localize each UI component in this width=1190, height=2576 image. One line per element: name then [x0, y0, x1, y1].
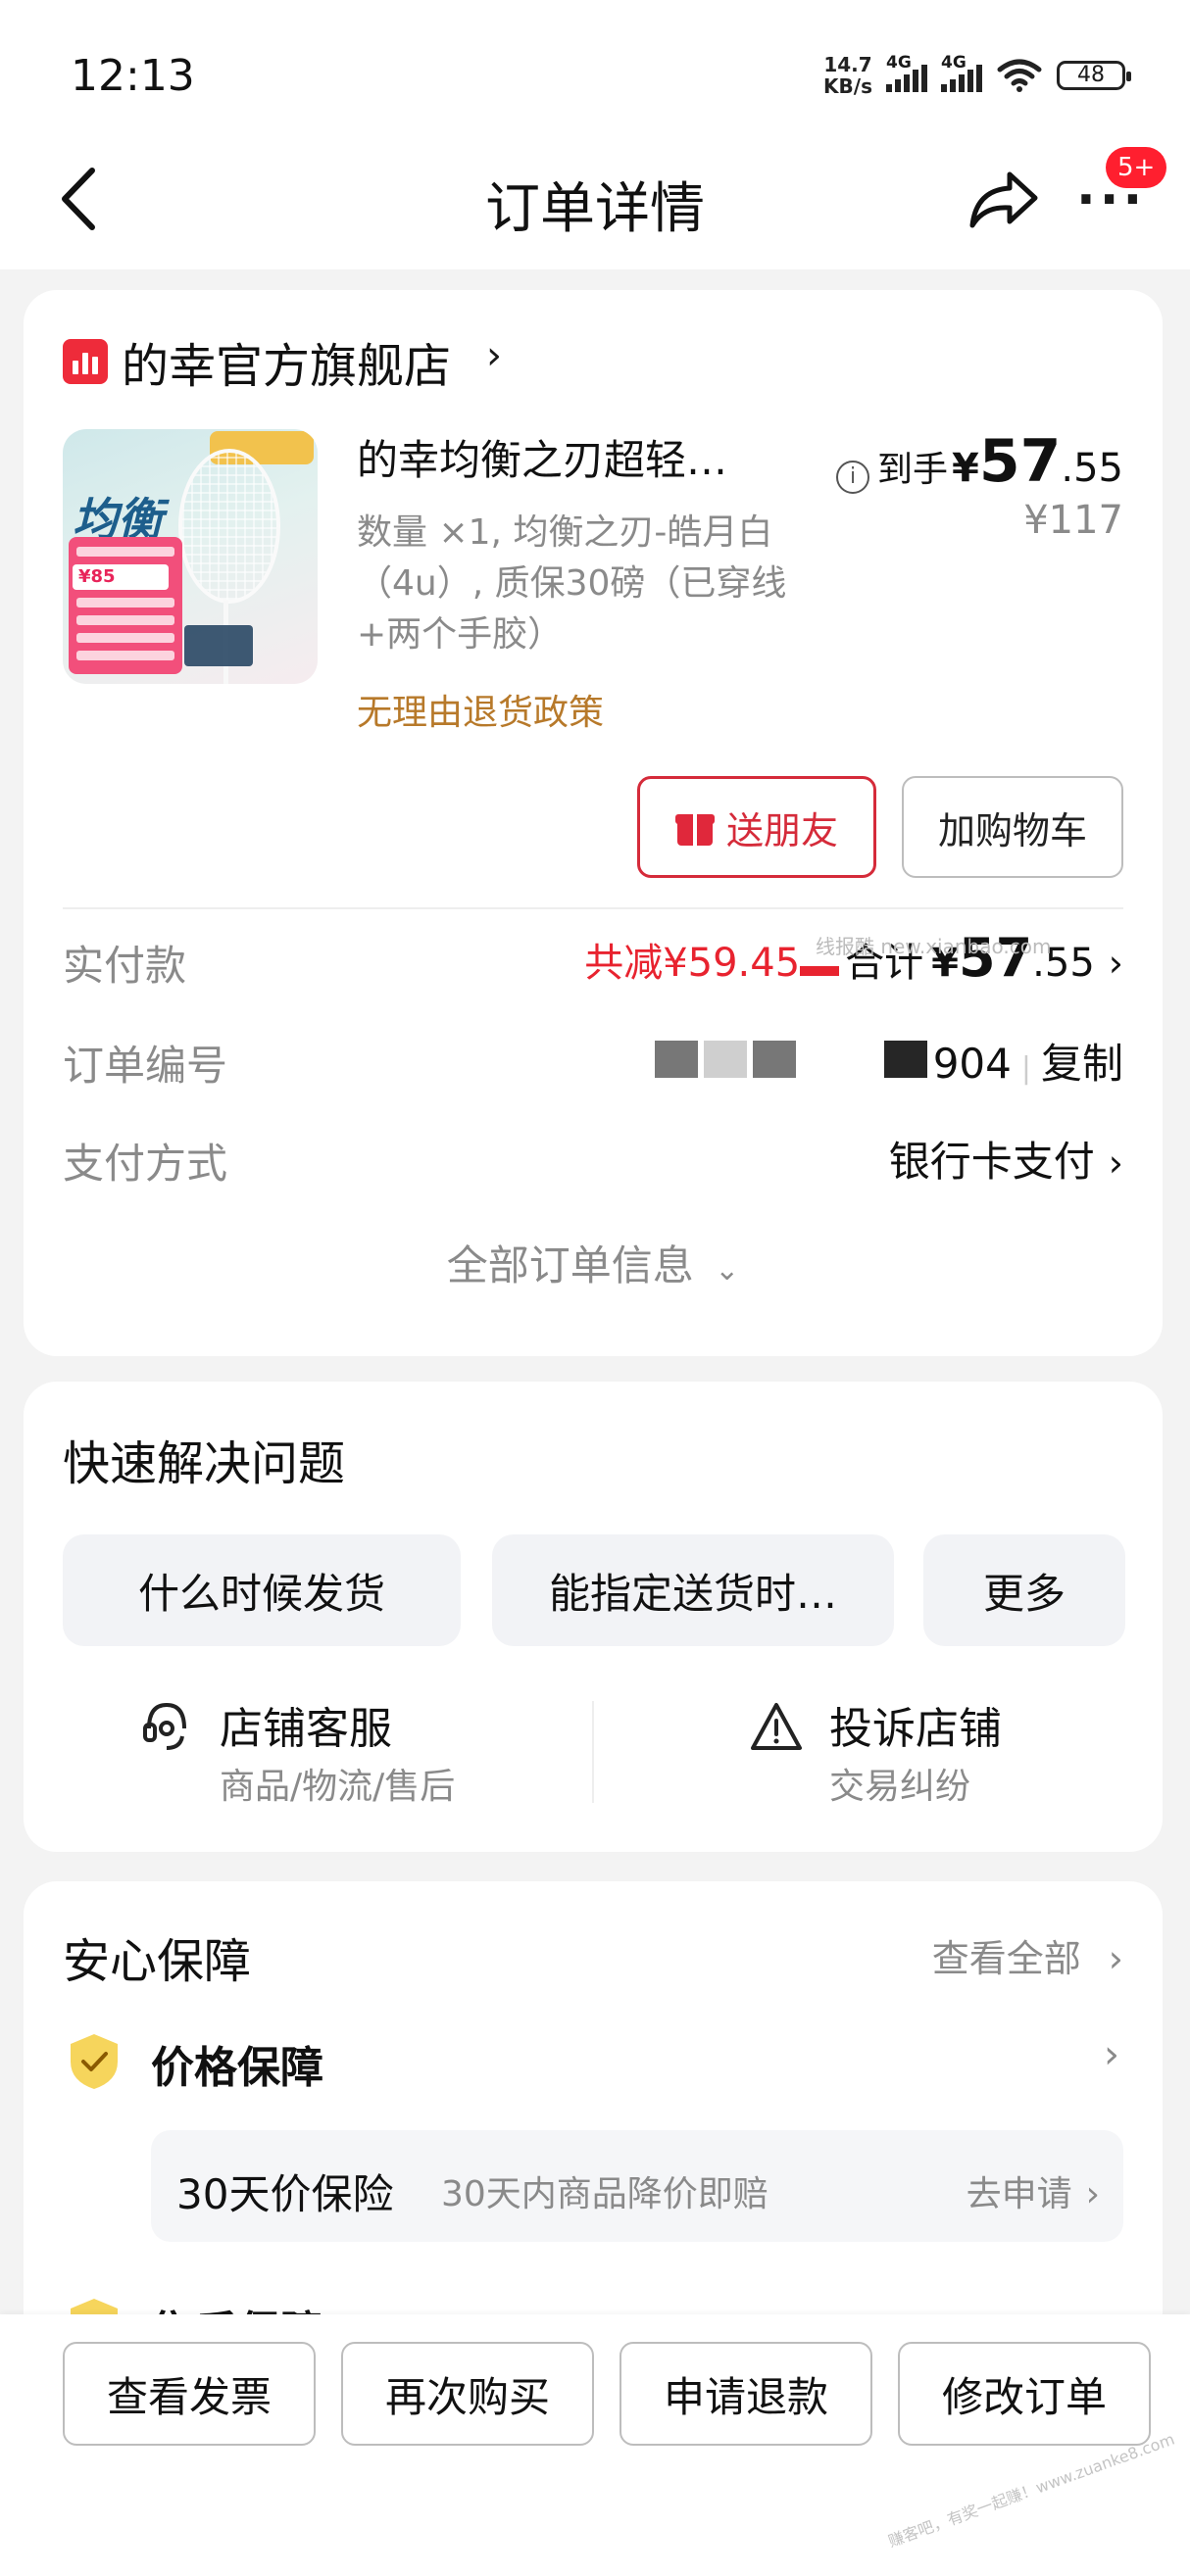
racket-head — [178, 449, 280, 604]
gift-to-friend-button[interactable]: 送朋友 — [637, 776, 876, 878]
complain-store-sub: 交易纠纷 — [829, 1767, 971, 1807]
shield-check-icon — [71, 2034, 118, 2089]
chevron-right-icon[interactable]: › — [1104, 2032, 1119, 2077]
status-time: 12:13 — [71, 51, 195, 101]
product-spec: 数量 ×1, 均衡之刃-皓月白（4u）, 质保30磅（已穿线+两个手胶） — [357, 512, 787, 655]
all-order-info-toggle[interactable]: 全部订单信息 ⌄ — [24, 1233, 1163, 1292]
store-icon — [63, 339, 108, 384]
product-title[interactable]: 的幸均衡之刃超轻… — [357, 427, 727, 487]
info-icon[interactable]: i — [836, 461, 870, 494]
order-number: 904 | 复制 — [654, 1031, 1123, 1091]
watermark: 线报酷 new.xianbao.com — [816, 935, 1052, 958]
copy-button[interactable]: 复制 — [1041, 1031, 1123, 1091]
gift-icon — [674, 808, 715, 846]
chip-more[interactable]: 更多 — [923, 1534, 1125, 1646]
guarantee-title: 安心保障 — [63, 1934, 252, 1989]
promo-banner — [184, 625, 253, 666]
discount-text: 共减¥59.45 — [584, 941, 801, 986]
request-refund-button[interactable]: 申请退款 — [620, 2342, 872, 2446]
chip-shipping-time[interactable]: 什么时候发货 — [63, 1534, 461, 1646]
wifi-icon — [997, 59, 1042, 92]
redacted-block — [883, 1041, 927, 1078]
return-policy[interactable]: 无理由退货政策 — [357, 684, 604, 735]
status-icons: 14.7 KB/s 4G 4G 48 — [823, 53, 1131, 98]
price-protect-desc: 30天内商品降价即赔 — [441, 2174, 769, 2214]
quick-solve-title: 快速解决问题 — [63, 1436, 346, 1491]
status-bar: 12:13 14.7 KB/s 4G 4G 48 — [0, 0, 1190, 147]
add-to-cart-button[interactable]: 加购物车 — [902, 776, 1123, 878]
nav-bar: 订单详情 ··· 5+ — [0, 147, 1190, 269]
original-price: ¥117 — [1023, 498, 1123, 543]
payment-label: 支付方式 — [63, 1140, 228, 1188]
signal-icon-2: 4G — [941, 53, 982, 92]
see-all-link[interactable]: 查看全部 › — [932, 1928, 1123, 1982]
chevron-right-icon: › — [1085, 2174, 1100, 2214]
price-protect-title: 30天价保险 — [176, 2170, 394, 2218]
product-thumbnail[interactable]: 均衡 ¥85 — [63, 429, 318, 684]
divider — [63, 907, 1123, 909]
warning-icon — [751, 1703, 802, 1750]
order-number-tail: 904 — [932, 1040, 1012, 1088]
order-number-label: 订单编号 — [63, 1042, 228, 1090]
redacted-block — [654, 1041, 698, 1078]
final-price: i 到手 ¥ 57 .55 — [836, 427, 1123, 496]
divider — [592, 1701, 594, 1803]
modify-order-button[interactable]: 修改订单 — [898, 2342, 1151, 2446]
chevron-right-icon[interactable]: › — [486, 333, 502, 378]
battery-icon: 48 — [1057, 61, 1131, 90]
store-service-sub: 商品/物流/售后 — [220, 1767, 456, 1807]
notification-badge: 5+ — [1106, 147, 1167, 188]
order-card: 的幸官方旗舰店 › 均衡 ¥85 的幸均衡之刃超轻… i 到手 ¥ 57 .55… — [24, 290, 1163, 1356]
chevron-right-icon: › — [1108, 942, 1123, 985]
share-icon[interactable] — [967, 167, 1041, 231]
chevron-down-icon: ⌄ — [715, 1253, 740, 1288]
chip-delivery-time[interactable]: 能指定送货时… — [492, 1534, 894, 1646]
view-invoice-button[interactable]: 查看发票 — [63, 2342, 316, 2446]
thumb-price: ¥85 — [73, 564, 169, 590]
redacted-block — [752, 1041, 796, 1078]
store-name[interactable]: 的幸官方旗舰店 — [122, 327, 451, 396]
apply-link[interactable]: 去申请 › — [967, 2165, 1100, 2216]
chevron-right-icon: › — [1108, 1937, 1123, 1980]
paid-label: 实付款 — [63, 942, 187, 990]
network-speed: 14.7 KB/s — [823, 53, 872, 98]
bottom-action-bar: 查看发票 再次购买 申请退款 修改订单 — [0, 2314, 1190, 2576]
quick-solve-card: 快速解决问题 什么时候发货 能指定送货时… 更多 店铺客服 商品/物流/售后 投… — [24, 1382, 1163, 1852]
signal-icon: 4G — [886, 53, 927, 92]
chevron-right-icon: › — [1108, 1142, 1123, 1185]
more-icon[interactable]: ··· — [1076, 174, 1146, 225]
customer-service-icon — [143, 1702, 186, 1750]
complain-store-title[interactable]: 投诉店铺 — [829, 1693, 1002, 1756]
redacted-block — [703, 1041, 747, 1078]
price-guarantee-title[interactable]: 价格保障 — [151, 2032, 323, 2095]
payment-method[interactable]: 银行卡支付 › — [889, 1129, 1123, 1189]
buy-again-button[interactable]: 再次购买 — [341, 2342, 594, 2446]
promo-panel — [69, 537, 182, 674]
price-protect-row[interactable]: 30天价保险 30天内商品降价即赔 去申请 › — [151, 2130, 1123, 2242]
store-service-title[interactable]: 店铺客服 — [220, 1693, 392, 1756]
